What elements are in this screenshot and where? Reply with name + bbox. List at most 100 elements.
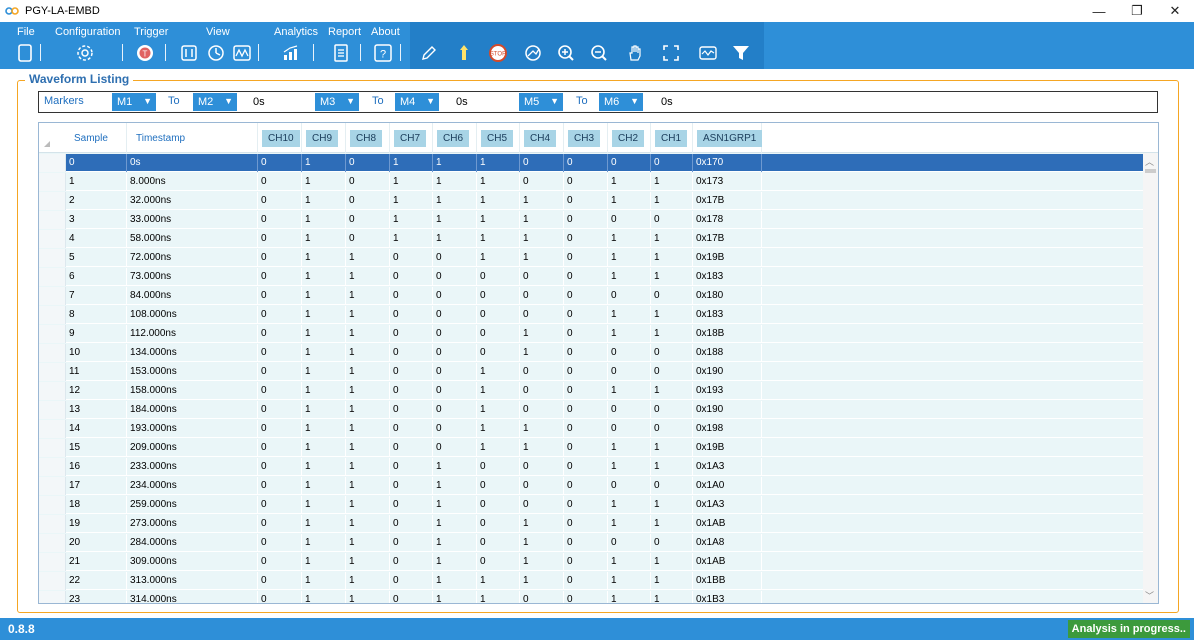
- table-row[interactable]: 3 33.000ns 0 1 0 1 1 1 1 0 0 0 0x178: [39, 211, 1145, 229]
- cell-ch6[interactable]: 0: [433, 268, 477, 286]
- marker-select-m6[interactable]: M6 ▼: [599, 93, 643, 111]
- menu-report[interactable]: Report: [328, 26, 361, 38]
- cell-sample[interactable]: 9: [66, 325, 127, 343]
- table-row[interactable]: 12 158.000ns 0 1 1 0 0 1 0 0 1 1 0x193: [39, 382, 1145, 400]
- cell-ch8[interactable]: 1: [346, 306, 390, 324]
- cell-ch3[interactable]: 0: [564, 344, 608, 362]
- cell-sample[interactable]: 14: [66, 420, 127, 438]
- cell-ch7[interactable]: 0: [390, 591, 433, 603]
- cell-ch9[interactable]: 1: [302, 534, 346, 552]
- cell-timestamp[interactable]: 108.000ns: [127, 306, 258, 324]
- cell-ch6[interactable]: 0: [433, 420, 477, 438]
- cell-ch10[interactable]: 0: [258, 420, 302, 438]
- cell-ch4[interactable]: 1: [520, 211, 564, 229]
- row-header[interactable]: [39, 439, 66, 457]
- cell-ch7[interactable]: 1: [390, 230, 433, 248]
- cell-ch6[interactable]: 0: [433, 325, 477, 343]
- cell-timestamp[interactable]: 259.000ns: [127, 496, 258, 514]
- cell-ch2[interactable]: 1: [608, 458, 651, 476]
- cell-ch1[interactable]: 1: [651, 439, 693, 457]
- cell-ch1[interactable]: 0: [651, 344, 693, 362]
- cell-timestamp[interactable]: 33.000ns: [127, 211, 258, 229]
- cell-timestamp[interactable]: 273.000ns: [127, 515, 258, 533]
- cell-ch2[interactable]: 1: [608, 515, 651, 533]
- row-header[interactable]: [39, 420, 66, 438]
- cell-ch9[interactable]: 1: [302, 591, 346, 603]
- table-row[interactable]: 20 284.000ns 0 1 1 0 1 0 1 0 0 0 0x1A8: [39, 534, 1145, 552]
- table-row[interactable]: 7 84.000ns 0 1 1 0 0 0 0 0 0 0 0x180: [39, 287, 1145, 305]
- cell-ch7[interactable]: 1: [390, 211, 433, 229]
- channel-config-icon[interactable]: [178, 42, 200, 64]
- cell-ch3[interactable]: 0: [564, 534, 608, 552]
- cell-ch9[interactable]: 1: [302, 420, 346, 438]
- cell-ch1[interactable]: 0: [651, 477, 693, 495]
- cell-ch9[interactable]: 1: [302, 287, 346, 305]
- column-header-sample[interactable]: Sample: [66, 123, 127, 153]
- cell-ch10[interactable]: 0: [258, 458, 302, 476]
- row-header[interactable]: [39, 382, 66, 400]
- cell-ch6[interactable]: 1: [433, 553, 477, 571]
- cell-ch2[interactable]: 1: [608, 325, 651, 343]
- cell-ch2[interactable]: 1: [608, 268, 651, 286]
- menu-analytics[interactable]: Analytics: [274, 26, 318, 38]
- cell-ch3[interactable]: 0: [564, 496, 608, 514]
- cell-ch7[interactable]: 0: [390, 572, 433, 590]
- cell-ch8[interactable]: 1: [346, 401, 390, 419]
- cell-ch5[interactable]: 1: [477, 439, 520, 457]
- cell-ch2[interactable]: 1: [608, 192, 651, 210]
- marker-select-m2[interactable]: M2 ▼: [193, 93, 237, 111]
- cell-sample[interactable]: 10: [66, 344, 127, 362]
- cell-ch3[interactable]: 0: [564, 515, 608, 533]
- table-row[interactable]: 22 313.000ns 0 1 1 0 1 1 1 0 1 1 0x1BB: [39, 572, 1145, 590]
- cell-timestamp[interactable]: 158.000ns: [127, 382, 258, 400]
- cell-ch10[interactable]: 0: [258, 325, 302, 343]
- cell-sample[interactable]: 6: [66, 268, 127, 286]
- cell-ch2[interactable]: 1: [608, 572, 651, 590]
- cell-timestamp[interactable]: 309.000ns: [127, 553, 258, 571]
- close-button[interactable]: ✕: [1156, 0, 1194, 22]
- cell-ch6[interactable]: 1: [433, 230, 477, 248]
- cell-ch8[interactable]: 1: [346, 249, 390, 267]
- cell-timestamp[interactable]: 209.000ns: [127, 439, 258, 457]
- cell-ch5[interactable]: 1: [477, 420, 520, 438]
- row-header[interactable]: [39, 287, 66, 305]
- cell-ch2[interactable]: 0: [608, 363, 651, 381]
- cell-asn1grp1[interactable]: 0x188: [693, 344, 762, 362]
- cell-ch9[interactable]: 1: [302, 154, 346, 172]
- cell-ch8[interactable]: 1: [346, 534, 390, 552]
- cell-ch6[interactable]: 0: [433, 401, 477, 419]
- row-header[interactable]: [39, 249, 66, 267]
- cell-ch8[interactable]: 1: [346, 515, 390, 533]
- row-header[interactable]: [39, 306, 66, 324]
- cell-ch6[interactable]: 1: [433, 477, 477, 495]
- cell-ch1[interactable]: 0: [651, 401, 693, 419]
- cell-ch9[interactable]: 1: [302, 325, 346, 343]
- cell-ch4[interactable]: 0: [520, 382, 564, 400]
- cell-ch5[interactable]: 1: [477, 572, 520, 590]
- row-header[interactable]: [39, 173, 66, 191]
- cell-ch10[interactable]: 0: [258, 249, 302, 267]
- table-row[interactable]: 21 309.000ns 0 1 1 0 1 0 1 0 1 1 0x1AB: [39, 553, 1145, 571]
- cell-sample[interactable]: 11: [66, 363, 127, 381]
- cell-ch8[interactable]: 1: [346, 458, 390, 476]
- cell-timestamp[interactable]: 134.000ns: [127, 344, 258, 362]
- cell-ch10[interactable]: 0: [258, 553, 302, 571]
- cell-timestamp[interactable]: 84.000ns: [127, 287, 258, 305]
- cell-asn1grp1[interactable]: 0x178: [693, 211, 762, 229]
- cell-ch10[interactable]: 0: [258, 230, 302, 248]
- cell-ch7[interactable]: 0: [390, 496, 433, 514]
- cell-sample[interactable]: 16: [66, 458, 127, 476]
- marker-select-m1[interactable]: M1 ▼: [112, 93, 156, 111]
- table-row[interactable]: 8 108.000ns 0 1 1 0 0 0 0 0 1 1 0x183: [39, 306, 1145, 324]
- cell-ch6[interactable]: 0: [433, 344, 477, 362]
- cell-ch7[interactable]: 0: [390, 306, 433, 324]
- cell-ch4[interactable]: 0: [520, 173, 564, 191]
- cell-ch4[interactable]: 0: [520, 306, 564, 324]
- table-row[interactable]: 1 8.000ns 0 1 0 1 1 1 0 0 1 1 0x173: [39, 173, 1145, 191]
- cell-ch10[interactable]: 0: [258, 534, 302, 552]
- cell-ch6[interactable]: 0: [433, 249, 477, 267]
- cell-ch6[interactable]: 1: [433, 496, 477, 514]
- cell-ch1[interactable]: 1: [651, 192, 693, 210]
- cell-ch2[interactable]: 0: [608, 344, 651, 362]
- cell-ch4[interactable]: 0: [520, 477, 564, 495]
